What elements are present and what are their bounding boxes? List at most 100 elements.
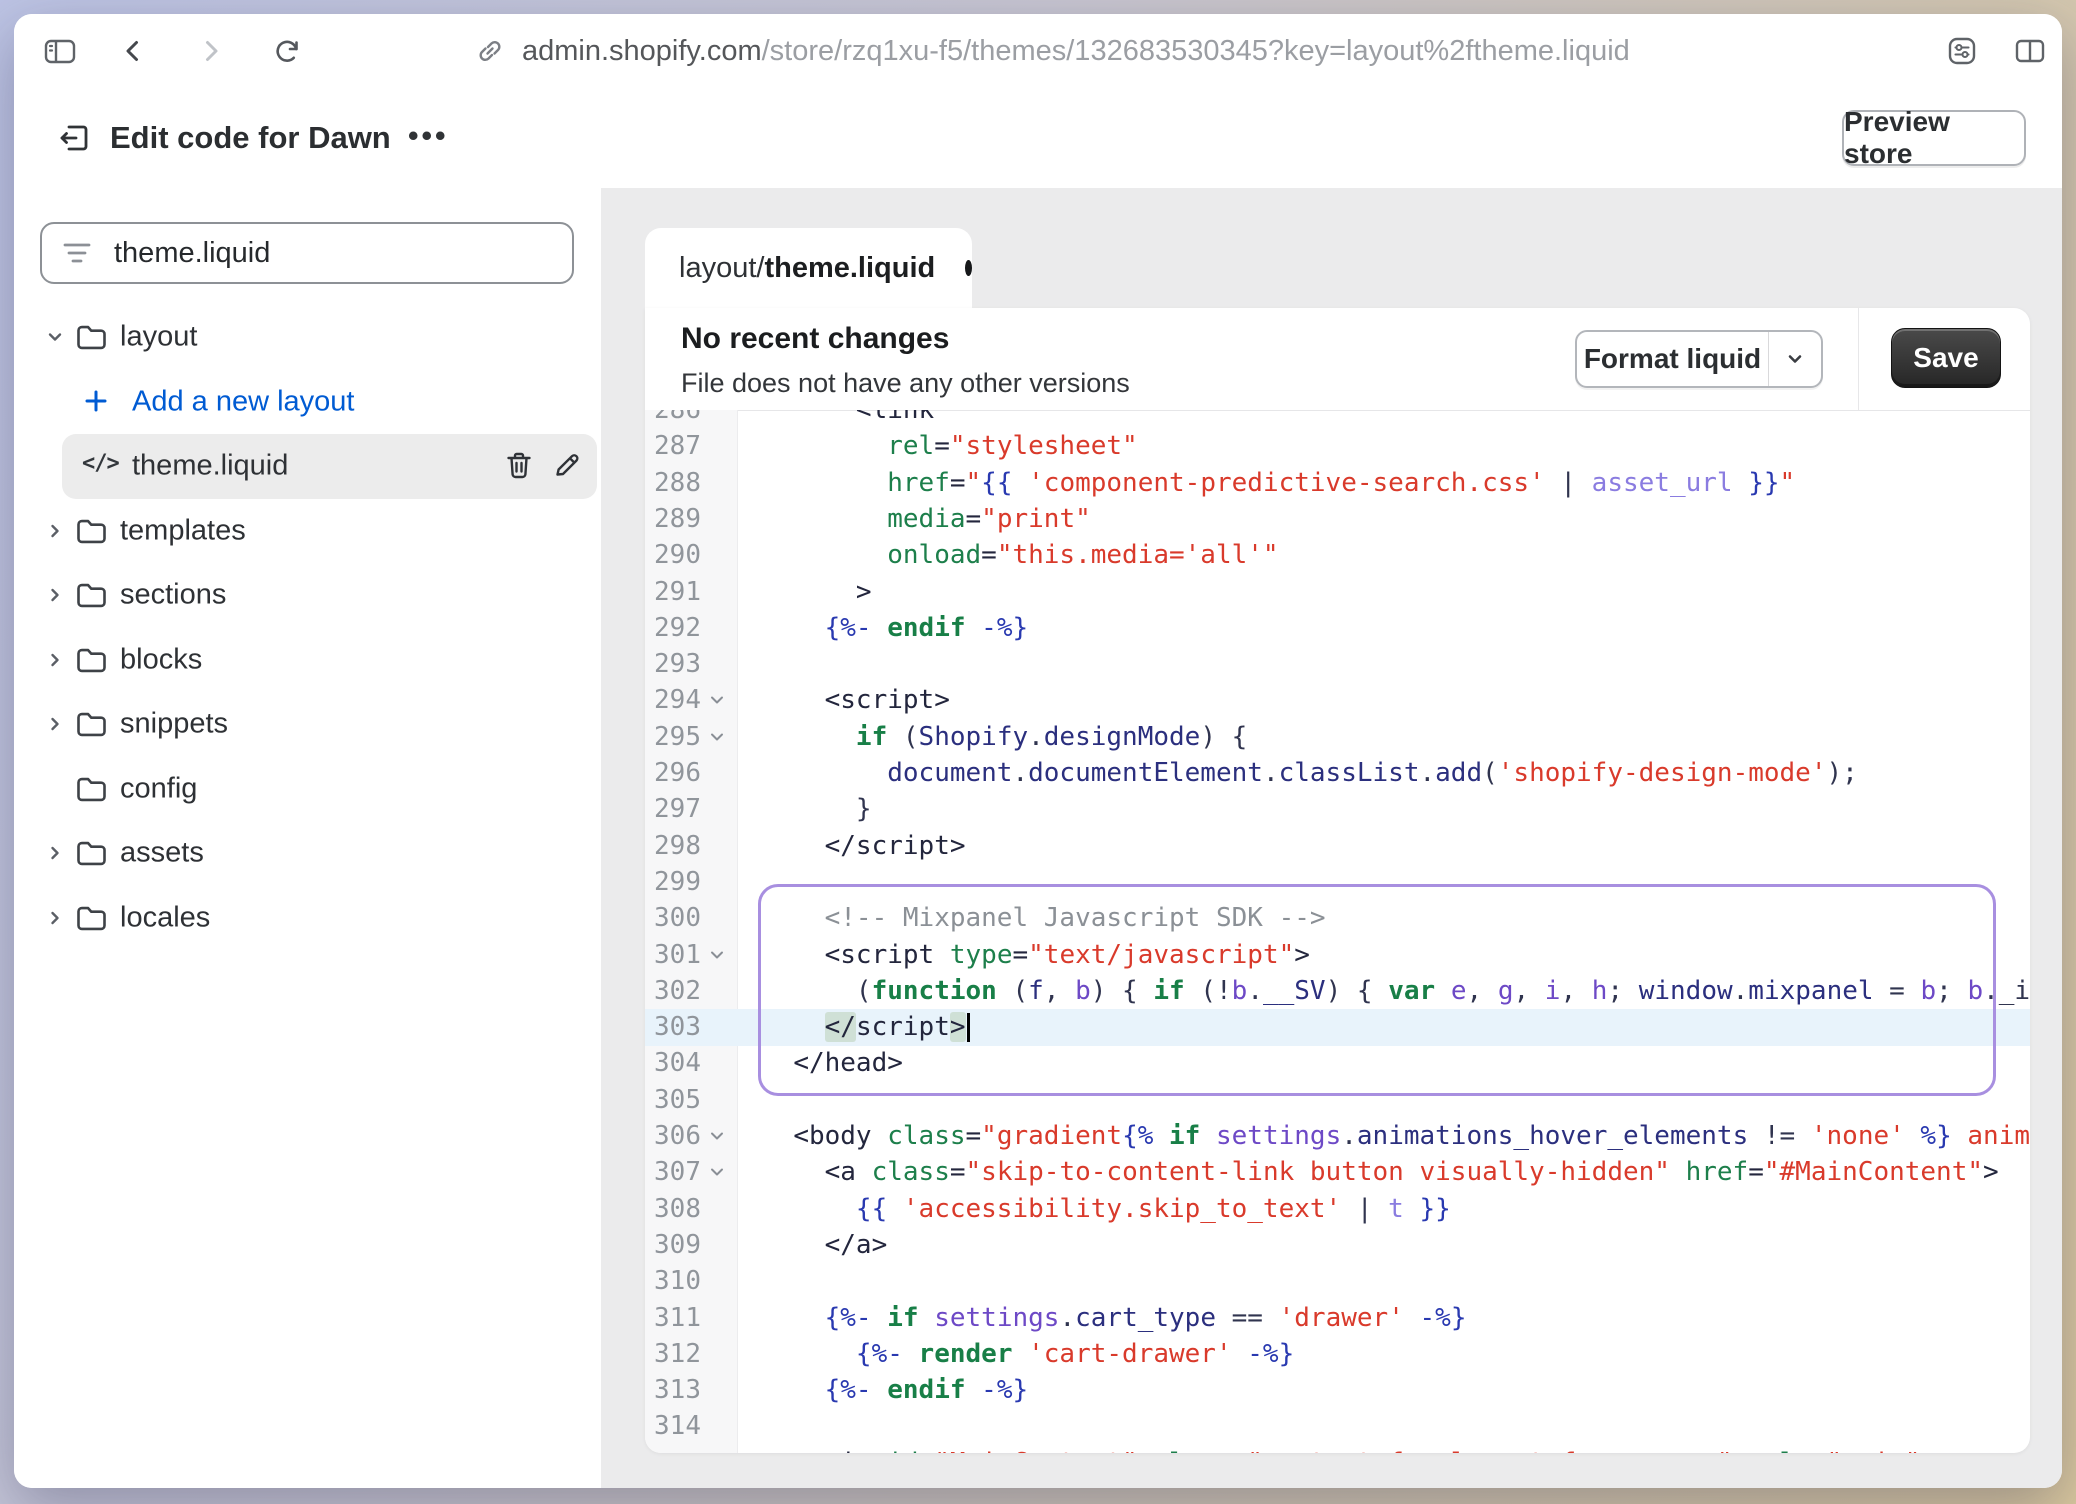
line-number: 306 bbox=[645, 1118, 701, 1155]
line-number: 297 bbox=[645, 791, 701, 828]
tree-item-label: sections bbox=[120, 579, 226, 612]
line-number: 307 bbox=[645, 1154, 701, 1191]
code-text: (function (f, b) { if (!b.__SV) { var e,… bbox=[762, 973, 2030, 1010]
code-line-307[interactable]: 307 <a class="skip-to-content-link butto… bbox=[645, 1154, 2030, 1191]
code-line-295[interactable]: 295 if (Shopify.designMode) { bbox=[645, 719, 2030, 756]
chevron-right-icon[interactable] bbox=[44, 713, 66, 735]
code-line-292[interactable]: 292 {%- endif -%} bbox=[645, 610, 2030, 647]
code-line-289[interactable]: 289 media="print" bbox=[645, 501, 2030, 538]
app-header: Edit code for Dawn ••• Preview store bbox=[14, 88, 2062, 189]
chevron-right-icon[interactable] bbox=[44, 649, 66, 671]
code-text: <!-- Mixpanel Javascript SDK --> bbox=[762, 900, 1326, 937]
code-line-300[interactable]: 300 <!-- Mixpanel Javascript SDK --> bbox=[645, 900, 2030, 937]
tree-item-snippets[interactable]: snippets bbox=[14, 692, 601, 757]
code-file-icon: </> bbox=[82, 451, 119, 476]
tree-item-config[interactable]: config bbox=[14, 757, 601, 822]
line-number: 290 bbox=[645, 537, 701, 574]
line-number: 295 bbox=[645, 719, 701, 756]
code-editor[interactable]: 286 <link287 rel="stylesheet"288 href="{… bbox=[645, 410, 2030, 1453]
header-divider bbox=[1858, 308, 1859, 410]
link-icon bbox=[474, 35, 506, 67]
code-line-297[interactable]: 297 } bbox=[645, 791, 2030, 828]
tree-item-sections[interactable]: sections bbox=[14, 563, 601, 628]
chevron-down-icon[interactable] bbox=[1768, 332, 1821, 386]
trash-icon[interactable] bbox=[504, 450, 534, 482]
reload-icon[interactable] bbox=[270, 34, 304, 68]
tree-item-label: locales bbox=[120, 901, 210, 934]
line-number: 287 bbox=[645, 428, 701, 465]
fold-chevron-icon[interactable] bbox=[707, 1126, 727, 1146]
line-number: 289 bbox=[645, 501, 701, 538]
code-line-286[interactable]: 286 <link bbox=[645, 410, 2030, 429]
editor-area: layout/theme.liquid No recent changes Fi… bbox=[601, 188, 2062, 1488]
tree-item-add-a-new-layout[interactable]: Add a new layout bbox=[14, 370, 601, 435]
fold-chevron-icon[interactable] bbox=[707, 727, 727, 747]
chevron-right-icon[interactable] bbox=[44, 842, 66, 864]
code-line-312[interactable]: 312 {%- render 'cart-drawer' -%} bbox=[645, 1336, 2030, 1373]
fold-chevron-icon[interactable] bbox=[707, 690, 727, 710]
code-line-311[interactable]: 311 {%- if settings.cart_type == 'drawer… bbox=[645, 1300, 2030, 1337]
chevron-right-icon[interactable] bbox=[44, 520, 66, 542]
code-line-310[interactable]: 310 bbox=[645, 1263, 2030, 1300]
code-line-293[interactable]: 293 bbox=[645, 646, 2030, 683]
code-text: href="{{ 'component-predictive-search.cs… bbox=[762, 465, 1795, 502]
code-line-302[interactable]: 302 (function (f, b) { if (!b.__SV) { va… bbox=[645, 973, 2030, 1010]
preview-store-button[interactable]: Preview store bbox=[1842, 110, 2026, 166]
tree-item-assets[interactable]: assets bbox=[14, 821, 601, 886]
chevron-right-icon[interactable] bbox=[44, 584, 66, 606]
code-line-291[interactable]: 291 > bbox=[645, 574, 2030, 611]
tree-item-layout[interactable]: layout bbox=[14, 305, 601, 370]
code-text: <script> bbox=[762, 682, 950, 719]
code-line-308[interactable]: 308 {{ 'accessibility.skip_to_text' | t … bbox=[645, 1191, 2030, 1228]
code-line-294[interactable]: 294 <script> bbox=[645, 682, 2030, 719]
folder-icon bbox=[74, 709, 108, 739]
url-bar[interactable]: admin.shopify.com/store/rzq1xu-f5/themes… bbox=[474, 14, 1630, 88]
code-line-303[interactable]: 303 </script> bbox=[645, 1009, 2030, 1046]
code-line-306[interactable]: 306 <body class="gradient{% if settings.… bbox=[645, 1118, 2030, 1155]
code-line-287[interactable]: 287 rel="stylesheet" bbox=[645, 428, 2030, 465]
more-menu-icon[interactable]: ••• bbox=[408, 119, 449, 153]
forward-icon[interactable] bbox=[194, 34, 228, 68]
code-line-301[interactable]: 301 <script type="text/javascript"> bbox=[645, 937, 2030, 974]
code-line-partial[interactable]: <main id="MainContent" class="content-fo… bbox=[645, 1445, 2030, 1453]
folder-icon bbox=[74, 580, 108, 610]
folder-icon bbox=[74, 774, 108, 804]
code-line-290[interactable]: 290 onload="this.media='all'" bbox=[645, 537, 2030, 574]
line-number: 312 bbox=[645, 1336, 701, 1373]
folder-icon bbox=[74, 322, 108, 352]
page-settings-icon[interactable] bbox=[1944, 33, 1980, 69]
format-liquid-button[interactable]: Format liquid bbox=[1575, 330, 1823, 388]
url-host: admin.shopify.com bbox=[522, 35, 762, 67]
line-number: 294 bbox=[645, 682, 701, 719]
code-text: {%- if settings.cart_type == 'drawer' -%… bbox=[762, 1300, 1466, 1337]
fold-chevron-icon[interactable] bbox=[707, 1162, 727, 1182]
line-number: 292 bbox=[645, 610, 701, 647]
code-line-313[interactable]: 313 {%- endif -%} bbox=[645, 1372, 2030, 1409]
code-line-296[interactable]: 296 document.documentElement.classList.a… bbox=[645, 755, 2030, 792]
save-button[interactable]: Save bbox=[1891, 328, 2001, 388]
tree-item-templates[interactable]: templates bbox=[14, 499, 601, 564]
code-text: <main id="MainContent" class="content-fo… bbox=[762, 1445, 1936, 1453]
sidebar-toggle-icon[interactable] bbox=[42, 35, 78, 67]
tab-theme-liquid[interactable]: layout/theme.liquid bbox=[645, 228, 972, 308]
file-search-box[interactable] bbox=[40, 222, 574, 284]
back-icon[interactable] bbox=[116, 34, 150, 68]
code-line-304[interactable]: 304 </head> bbox=[645, 1045, 2030, 1082]
tree-item-locales[interactable]: locales bbox=[14, 886, 601, 951]
pencil-icon[interactable] bbox=[552, 450, 582, 480]
tree-item-theme-liquid[interactable]: </>theme.liquid bbox=[14, 434, 601, 499]
code-line-288[interactable]: 288 href="{{ 'component-predictive-searc… bbox=[645, 465, 2030, 502]
tree-item-blocks[interactable]: blocks bbox=[14, 628, 601, 693]
code-line-305[interactable]: 305 bbox=[645, 1082, 2030, 1119]
split-view-icon[interactable] bbox=[2012, 35, 2048, 67]
search-input[interactable] bbox=[112, 236, 554, 271]
chevron-down-icon[interactable] bbox=[44, 326, 66, 348]
code-line-298[interactable]: 298 </script> bbox=[645, 828, 2030, 865]
code-line-314[interactable]: 314 bbox=[645, 1408, 2030, 1445]
exit-icon[interactable] bbox=[54, 118, 94, 158]
line-number: 304 bbox=[645, 1045, 701, 1082]
chevron-right-icon[interactable] bbox=[44, 907, 66, 929]
code-line-309[interactable]: 309 </a> bbox=[645, 1227, 2030, 1264]
code-line-299[interactable]: 299 bbox=[645, 864, 2030, 901]
fold-chevron-icon[interactable] bbox=[707, 945, 727, 965]
